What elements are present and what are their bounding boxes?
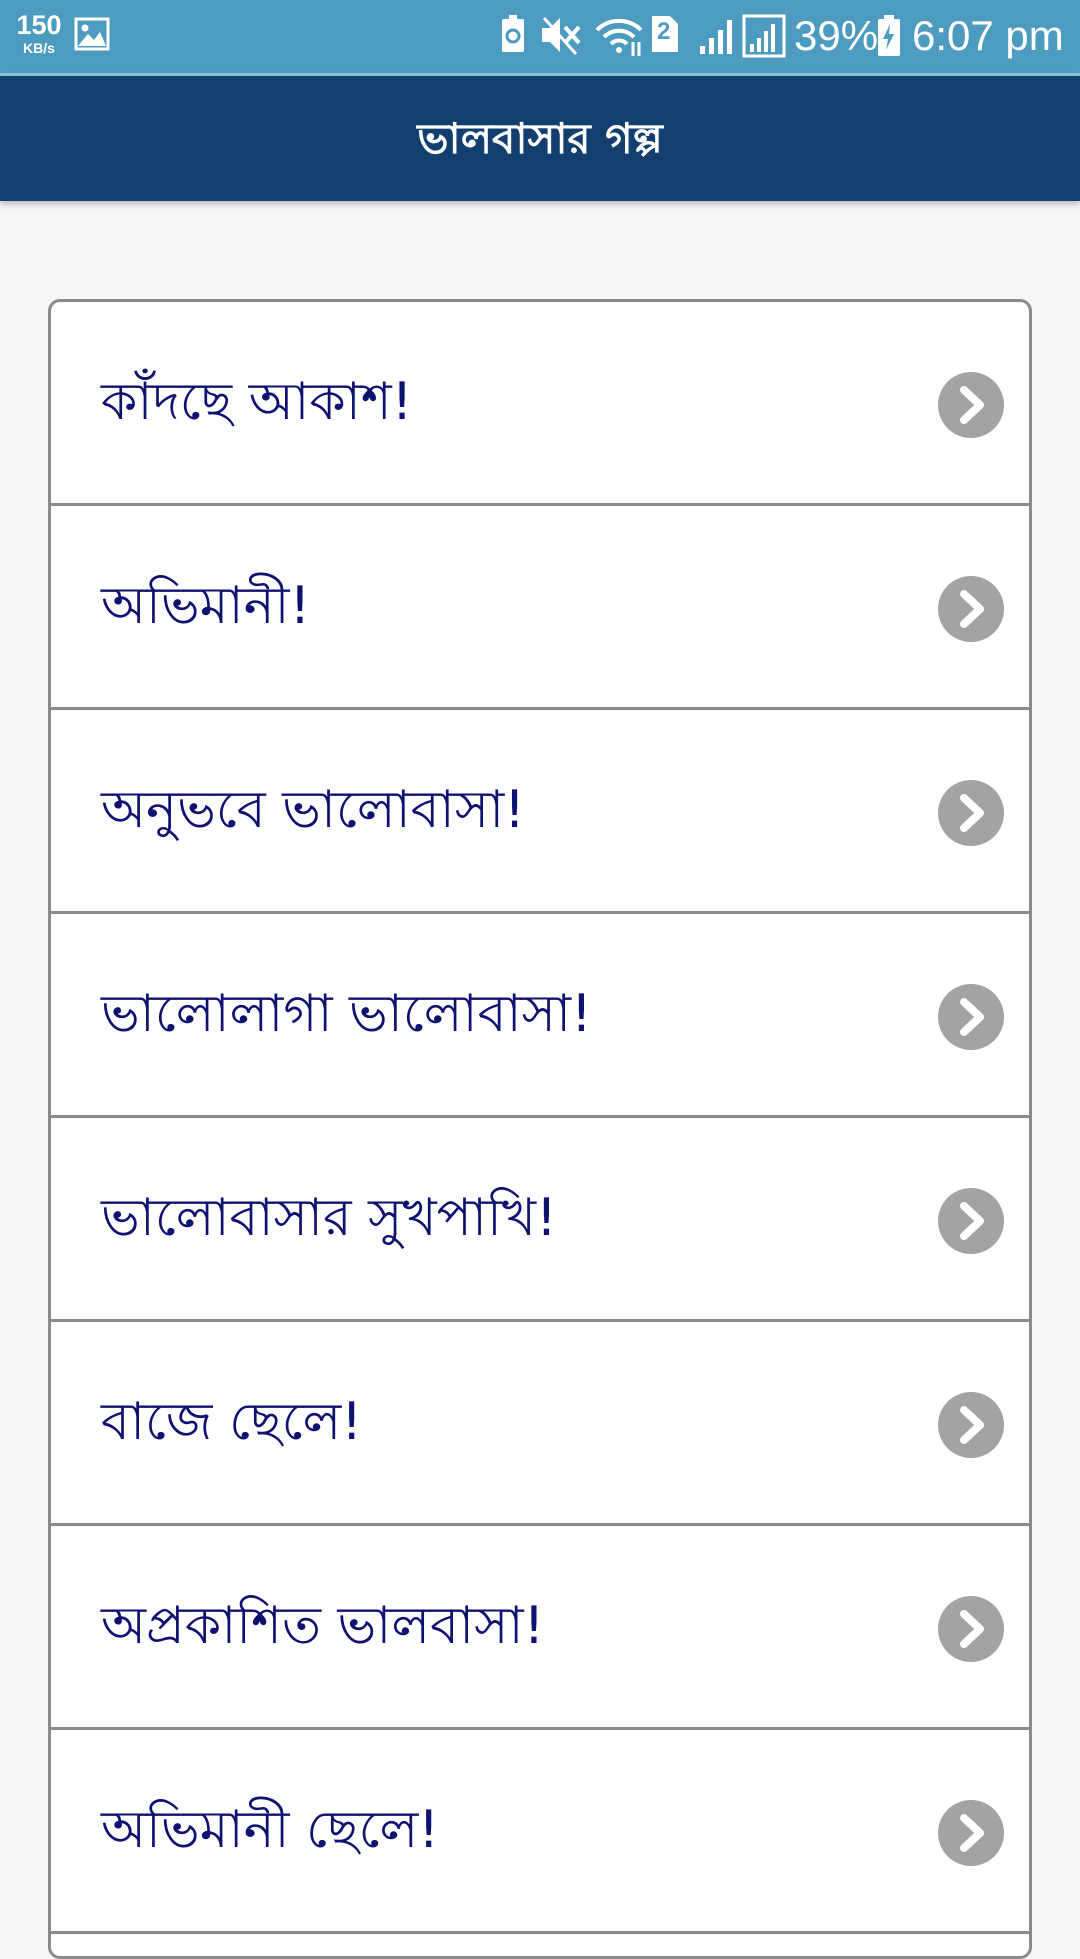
list-item[interactable]: ভালোবাসার সুখপাখি! <box>51 1118 1029 1322</box>
battery-percent: 39% <box>794 12 879 59</box>
network-speed-value: 150 <box>16 10 62 40</box>
list-item[interactable]: বাজে ছেলে! <box>51 1322 1029 1526</box>
story-title: ভালোলাগা ভালোবাসা! <box>101 984 592 1044</box>
story-title: বাজে ছেলে! <box>101 1392 363 1452</box>
list-item[interactable]: অভিমানী ছেলে! <box>51 1730 1029 1934</box>
status-bar: 150 KB/s 2 39% 6:07 pm <box>0 0 1080 73</box>
signal-icon <box>698 14 738 61</box>
story-title: কাঁদছে আকাশ! <box>101 372 413 432</box>
chevron-right-icon[interactable] <box>938 1596 1004 1662</box>
list-item[interactable]: কাঁদছে আকাশ! <box>51 302 1029 506</box>
vibrate-mute-icon <box>538 14 582 61</box>
app-bar: ভালবাসার গল্প <box>0 73 1080 201</box>
chevron-right-icon[interactable] <box>938 780 1004 846</box>
image-icon <box>74 17 110 56</box>
battery-icon <box>876 14 902 63</box>
chevron-right-icon[interactable] <box>938 1800 1004 1866</box>
story-list: কাঁদছে আকাশ! অভিমানী! অনুভবে ভালোবাসা! ভ… <box>48 299 1032 1959</box>
story-title: অভিমানী! <box>101 576 311 636</box>
battery-saver-icon <box>500 14 526 59</box>
chevron-right-icon[interactable] <box>938 1392 1004 1458</box>
list-item[interactable]: অভিমানী! <box>51 506 1029 710</box>
chevron-right-icon[interactable] <box>938 984 1004 1050</box>
story-title: অনুভবে ভালোবাসা! <box>101 780 526 840</box>
story-title: অপ্রকাশিত ভালবাসা! <box>101 1596 545 1656</box>
app-title: ভালবাসার গল্প <box>417 114 663 163</box>
story-title: অভিমানী ছেলে! <box>101 1800 440 1860</box>
chevron-right-icon[interactable] <box>938 372 1004 438</box>
list-item[interactable]: অপ্রকাশিত ভালবাসা! <box>51 1526 1029 1730</box>
signal-icon <box>742 14 786 63</box>
chevron-right-icon[interactable] <box>938 576 1004 642</box>
chevron-right-icon[interactable] <box>938 1188 1004 1254</box>
list-item[interactable]: অনুভবে ভালোবাসা! <box>51 710 1029 914</box>
network-speed: 150 KB/s <box>16 10 62 56</box>
clock: 6:07 pm <box>912 12 1064 59</box>
story-title: ভালোবাসার সুখপাখি! <box>101 1188 557 1248</box>
wifi-icon <box>594 14 644 63</box>
list-item[interactable]: ভালোলাগা ভালোবাসা! <box>51 914 1029 1118</box>
sim-slot-number: 2 <box>657 18 671 45</box>
network-speed-unit: KB/s <box>23 40 55 56</box>
